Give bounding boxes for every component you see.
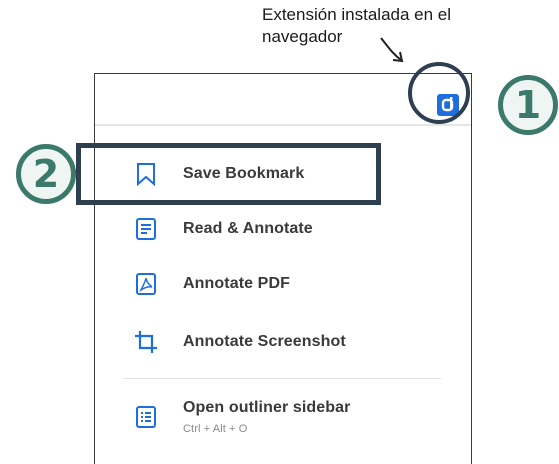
document-icon [133, 216, 159, 242]
arrow-down-right-icon [380, 37, 404, 63]
crop-icon [133, 329, 159, 355]
extension-popup-menu: Save Bookmark Read & Annotate Annotate P… [94, 73, 472, 464]
outline-list-icon [133, 404, 159, 430]
menu-item-label: Open outliner sidebar [183, 399, 351, 416]
menu-item-read-annotate[interactable]: Read & Annotate [123, 209, 453, 249]
annotation-caption: Extensión instalada en el navegador [262, 4, 451, 48]
menu-item-open-outliner-sidebar[interactable]: Open outliner sidebar Ctrl + Alt + O [123, 392, 453, 442]
keyboard-shortcut: Ctrl + Alt + O [183, 423, 248, 435]
annotation-line-2: navegador [262, 27, 343, 46]
save-bookmark-highlight-box [76, 143, 381, 205]
menu-item-label: Annotate PDF [183, 275, 290, 292]
pdf-icon [133, 271, 159, 297]
menu-divider [123, 378, 441, 379]
annotation-line-1: Extensión instalada en el [262, 5, 452, 24]
step-badge-1: 1 [498, 75, 558, 135]
menu-item-label: Annotate Screenshot [183, 333, 346, 350]
menu-item-label-group: Open outliner sidebar Ctrl + Alt + O [183, 399, 350, 435]
menu-item-annotate-screenshot[interactable]: Annotate Screenshot [123, 322, 453, 362]
extension-icon-highlight-ring [408, 62, 470, 124]
menu-item-label: Read & Annotate [183, 220, 313, 237]
step-badge-2: 2 [16, 144, 76, 204]
menu-item-annotate-pdf[interactable]: Annotate PDF [123, 264, 453, 304]
